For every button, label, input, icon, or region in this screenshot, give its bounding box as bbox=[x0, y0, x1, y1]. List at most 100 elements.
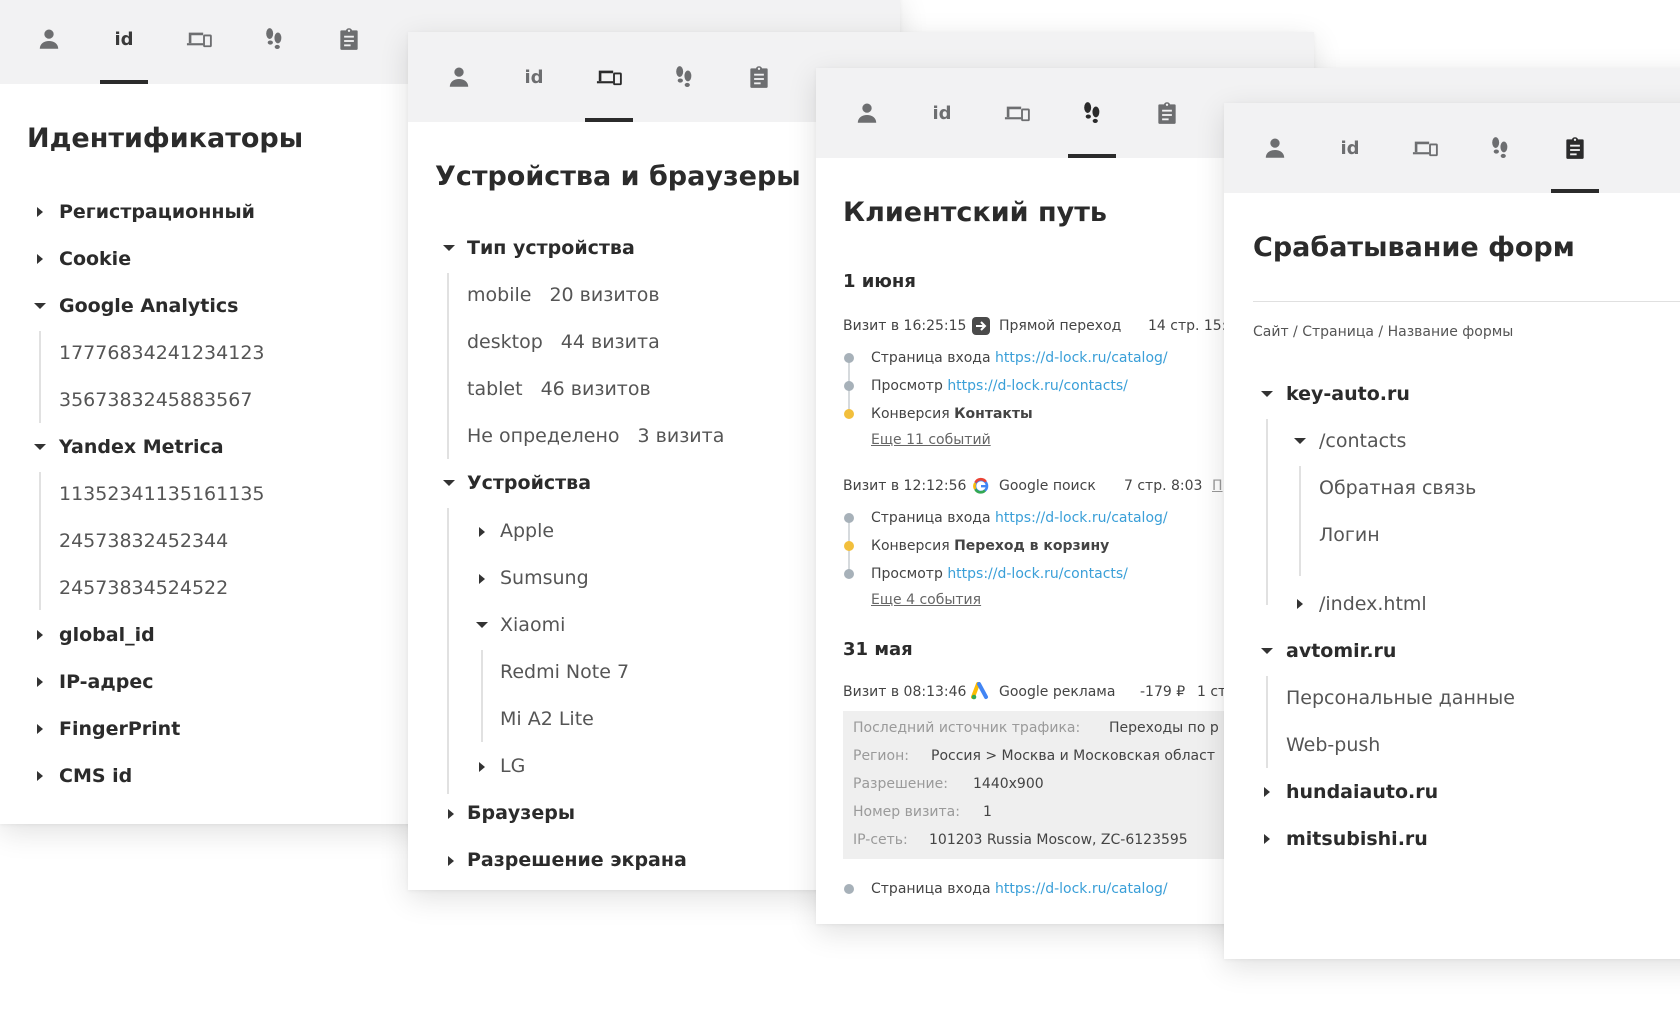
tab-id[interactable]: id bbox=[509, 32, 559, 122]
event-link[interactable]: https://d-lock.ru/contacts/ bbox=[947, 378, 1128, 394]
caret-right-icon[interactable] bbox=[479, 527, 485, 537]
tree-item-google-analytics[interactable]: Google Analytics bbox=[59, 293, 238, 319]
tree-item-page[interactable]: /index.html bbox=[1319, 591, 1427, 617]
tab-path[interactable] bbox=[1067, 68, 1117, 158]
caret-right-icon[interactable] bbox=[37, 254, 43, 264]
device-type-unknown[interactable]: Не определено 3 визита bbox=[467, 423, 724, 449]
tree-leaf[interactable]: Redmi Note 7 bbox=[500, 659, 629, 685]
tree-item-devices[interactable]: Устройства bbox=[467, 470, 591, 496]
tree-item-sumsung[interactable]: Sumsung bbox=[500, 565, 589, 591]
caret-right-icon[interactable] bbox=[1264, 834, 1270, 844]
tree-item-site[interactable]: hundaiauto.ru bbox=[1286, 779, 1438, 805]
caret-right-icon[interactable] bbox=[37, 724, 43, 734]
google-ads-icon bbox=[971, 682, 988, 700]
tree-item-apple[interactable]: Apple bbox=[500, 518, 554, 544]
tab-person[interactable] bbox=[1250, 103, 1300, 193]
tab-forms[interactable] bbox=[734, 32, 784, 122]
tab-forms[interactable] bbox=[324, 0, 374, 84]
tab-devices[interactable] bbox=[174, 0, 224, 84]
caret-right-icon[interactable] bbox=[37, 771, 43, 781]
caret-down-icon[interactable] bbox=[1261, 648, 1273, 654]
tree-item-resolution[interactable]: Разрешение экрана bbox=[467, 847, 687, 873]
tree-item-lg[interactable]: LG bbox=[500, 753, 525, 779]
caret-right-icon[interactable] bbox=[448, 856, 454, 866]
caret-right-icon[interactable] bbox=[1264, 787, 1270, 797]
caret-down-icon[interactable] bbox=[443, 480, 455, 486]
tree-item-yandex-metrica[interactable]: Yandex Metrica bbox=[59, 434, 224, 460]
caret-right-icon[interactable] bbox=[1297, 599, 1303, 609]
event-row[interactable]: Страница входа https://d-lock.ru/catalog… bbox=[871, 879, 1168, 899]
event-row[interactable]: Конверсия Переход в корзину bbox=[871, 536, 1109, 556]
tab-person[interactable] bbox=[434, 32, 484, 122]
tree-item-cms-id[interactable]: CMS id bbox=[59, 763, 132, 789]
event-row[interactable]: Страница входа https://d-lock.ru/catalog… bbox=[871, 508, 1168, 528]
tree-item-site[interactable]: key-auto.ru bbox=[1286, 381, 1410, 407]
event-link[interactable]: https://d-lock.ru/catalog/ bbox=[995, 510, 1168, 526]
event-link[interactable]: https://d-lock.ru/catalog/ bbox=[995, 350, 1168, 366]
tree-item-page[interactable]: /contacts bbox=[1319, 428, 1406, 454]
info-row: Разрешение: 1440x900 bbox=[853, 776, 1044, 792]
tree-item-ip[interactable]: IP-адрес bbox=[59, 669, 153, 695]
tree-item-site[interactable]: avtomir.ru bbox=[1286, 638, 1396, 664]
tab-forms[interactable] bbox=[1142, 68, 1192, 158]
visit-stats: 14 стр. 15:5 bbox=[1148, 318, 1236, 334]
tab-path[interactable] bbox=[659, 32, 709, 122]
devices-icon bbox=[1004, 100, 1030, 126]
tree-leaf[interactable]: 17776834241234123 bbox=[59, 340, 265, 366]
tree-item-device-type[interactable]: Тип устройства bbox=[467, 235, 635, 261]
event-link[interactable]: https://d-lock.ru/catalog/ bbox=[995, 881, 1168, 897]
tree-leaf[interactable]: 11352341135161135 bbox=[59, 481, 265, 507]
tree-leaf[interactable]: 24573834524522 bbox=[59, 575, 228, 601]
caret-right-icon[interactable] bbox=[448, 809, 454, 819]
tree-guide-line bbox=[39, 472, 41, 610]
person-icon bbox=[1262, 135, 1288, 161]
tree-item-global-id[interactable]: global_id bbox=[59, 622, 155, 648]
device-type-tablet[interactable]: tablet 46 визитов bbox=[467, 376, 651, 402]
tab-forms[interactable] bbox=[1550, 103, 1600, 193]
tab-id[interactable]: id bbox=[917, 68, 967, 158]
event-row[interactable]: Страница входа https://d-lock.ru/catalog… bbox=[871, 348, 1168, 368]
tab-devices[interactable] bbox=[1400, 103, 1450, 193]
tree-item-browsers[interactable]: Браузеры bbox=[467, 800, 575, 826]
device-type-mobile[interactable]: mobile 20 визитов bbox=[467, 282, 660, 308]
caret-down-icon[interactable] bbox=[476, 622, 488, 628]
caret-right-icon[interactable] bbox=[479, 762, 485, 772]
tree-guide-line bbox=[1266, 676, 1268, 768]
tree-item-xiaomi[interactable]: Xiaomi bbox=[500, 612, 565, 638]
caret-right-icon[interactable] bbox=[37, 677, 43, 687]
tree-leaf-form[interactable]: Персональные данные bbox=[1286, 685, 1515, 711]
event-row[interactable]: Просмотр https://d-lock.ru/contacts/ bbox=[871, 564, 1128, 584]
caret-down-icon[interactable] bbox=[1294, 438, 1306, 444]
tab-id[interactable]: id bbox=[1325, 103, 1375, 193]
tab-person[interactable] bbox=[842, 68, 892, 158]
tree-leaf[interactable]: Mi A2 Lite bbox=[500, 706, 594, 732]
caret-down-icon[interactable] bbox=[443, 245, 455, 251]
more-events-link[interactable]: Еще 11 событий bbox=[871, 432, 991, 448]
device-type-desktop[interactable]: desktop 44 визита bbox=[467, 329, 660, 355]
tree-item-site[interactable]: mitsubishi.ru bbox=[1286, 826, 1428, 852]
caret-down-icon[interactable] bbox=[1261, 391, 1273, 397]
tree-leaf[interactable]: 3567383245883567 bbox=[59, 387, 252, 413]
tree-leaf-form[interactable]: Обратная связь bbox=[1319, 475, 1476, 501]
caret-right-icon[interactable] bbox=[479, 574, 485, 584]
tree-leaf-form[interactable]: Логин bbox=[1319, 522, 1380, 548]
tree-leaf[interactable]: 24573832452344 bbox=[59, 528, 228, 554]
tree-item-cookie[interactable]: Cookie bbox=[59, 246, 131, 272]
caret-right-icon[interactable] bbox=[37, 630, 43, 640]
tab-devices[interactable] bbox=[992, 68, 1042, 158]
tab-id[interactable]: id bbox=[99, 0, 149, 84]
tree-leaf-form[interactable]: Web-push bbox=[1286, 732, 1380, 758]
event-row[interactable]: Просмотр https://d-lock.ru/contacts/ bbox=[871, 376, 1128, 396]
tab-path[interactable] bbox=[1475, 103, 1525, 193]
more-events-link[interactable]: Еще 4 события bbox=[871, 592, 981, 608]
tree-item-registration[interactable]: Регистрационный bbox=[59, 199, 255, 225]
tab-devices[interactable] bbox=[584, 32, 634, 122]
caret-right-icon[interactable] bbox=[37, 207, 43, 217]
tree-item-fingerprint[interactable]: FingerPrint bbox=[59, 716, 180, 742]
tab-person[interactable] bbox=[24, 0, 74, 84]
caret-down-icon[interactable] bbox=[34, 444, 46, 450]
event-row[interactable]: Конверсия Контакты bbox=[871, 404, 1033, 424]
event-link[interactable]: https://d-lock.ru/contacts/ bbox=[947, 566, 1128, 582]
tab-path[interactable] bbox=[249, 0, 299, 84]
caret-down-icon[interactable] bbox=[34, 303, 46, 309]
